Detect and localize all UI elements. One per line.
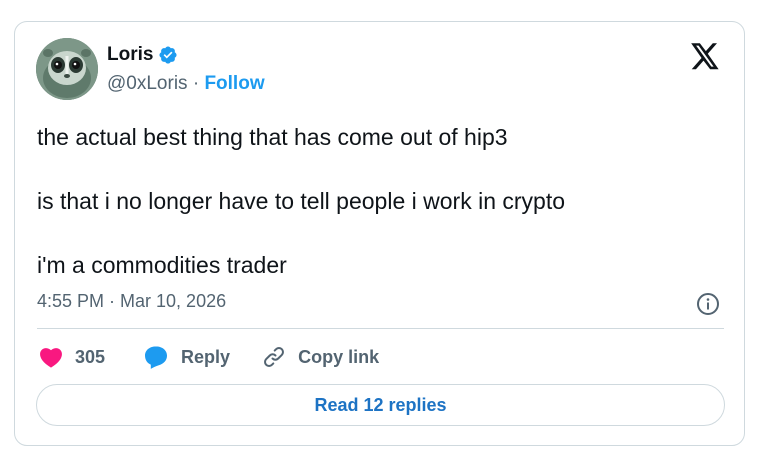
- copy-link-label: Copy link: [298, 346, 380, 367]
- loris-avatar-image: [36, 38, 98, 100]
- link-icon: [264, 347, 285, 367]
- handle-separator: ·: [192, 73, 200, 94]
- like-count: 305: [75, 346, 106, 367]
- follow-button[interactable]: Follow: [204, 73, 264, 94]
- reply-button[interactable]: Reply: [143, 345, 230, 369]
- author-handle[interactable]: @0xLoris: [107, 73, 188, 94]
- info-icon[interactable]: [696, 292, 720, 316]
- x-logo-icon[interactable]: [690, 43, 720, 71]
- reply-bubble-icon: [145, 346, 168, 369]
- tweet-line: the actual best thing that has come out …: [37, 124, 508, 150]
- copy-link-button[interactable]: Copy link: [262, 345, 379, 369]
- tweet-line: is that i no longer have to tell people …: [37, 188, 566, 214]
- heart-icon: [40, 348, 62, 368]
- read-replies-button[interactable]: Read 12 replies: [36, 384, 725, 426]
- author-handle-row: @0xLoris · Follow: [107, 73, 265, 95]
- author-display-name[interactable]: Loris: [107, 44, 153, 66]
- like-button[interactable]: 305: [39, 346, 105, 368]
- tweet-text: the actual best thing that has come out …: [37, 122, 727, 314]
- reply-label: Reply: [181, 346, 231, 367]
- tweet-timestamp[interactable]: 4:55 PM · Mar 10, 2026: [37, 290, 226, 312]
- tweet-actions: 305 Reply Copy link: [39, 344, 379, 370]
- avatar[interactable]: [36, 38, 98, 100]
- tweet-line: i'm a commodities trader: [37, 252, 287, 278]
- tweet-card: Loris @0xLoris · Follow the actual best …: [14, 21, 745, 446]
- author-name-row: Loris: [107, 44, 178, 66]
- verified-badge-icon: [159, 46, 177, 64]
- divider: [37, 328, 724, 329]
